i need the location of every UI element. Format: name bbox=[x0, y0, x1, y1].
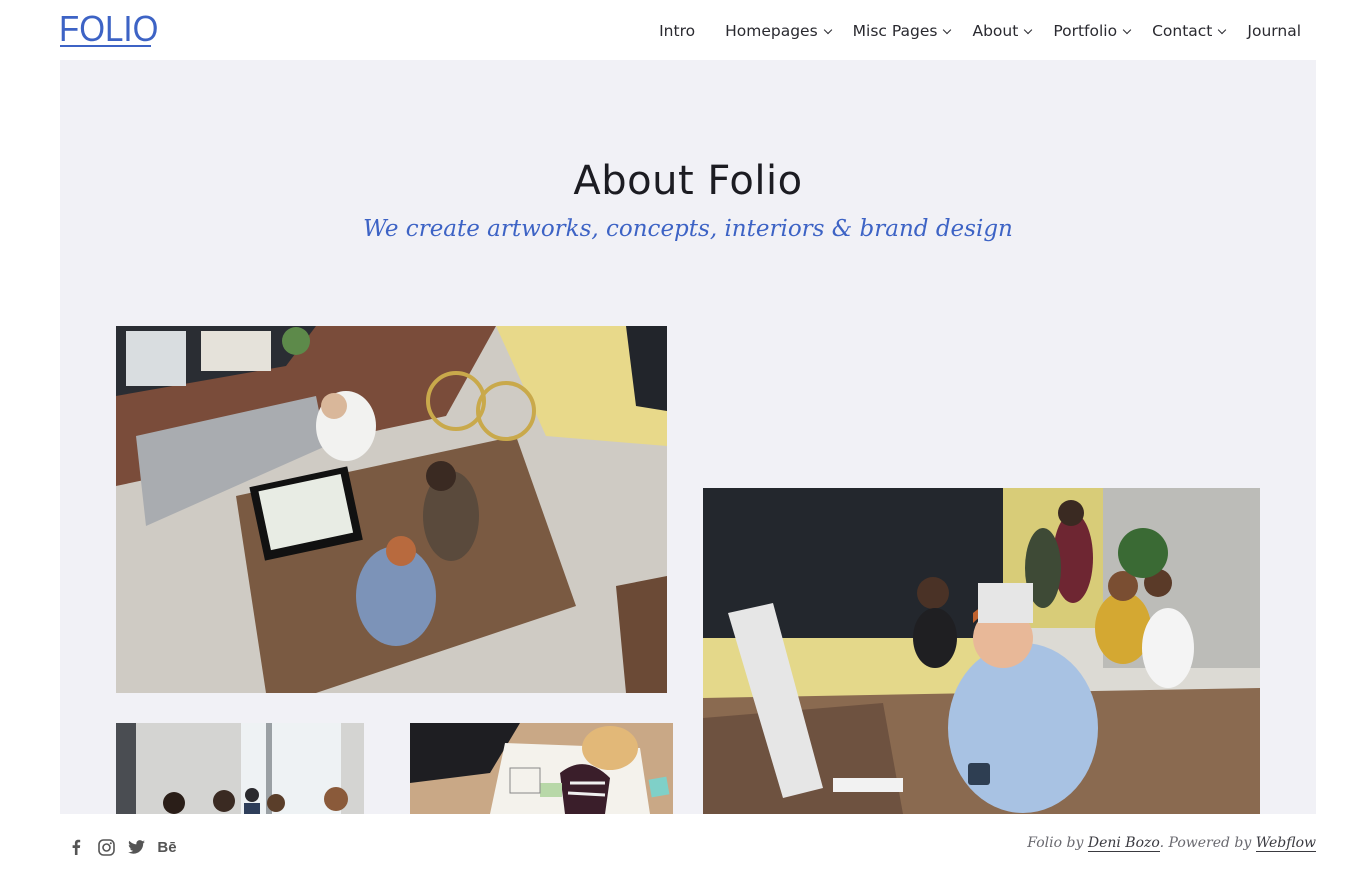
social-links: Bē bbox=[66, 838, 188, 856]
chevron-down-icon bbox=[1122, 25, 1132, 34]
nav-item-label: Contact bbox=[1152, 22, 1213, 40]
team-workspace-photo bbox=[703, 488, 1260, 814]
site-header: FOLIO Intro Homepages Misc Pages About P… bbox=[0, 0, 1372, 60]
nav-item-label: Portfolio bbox=[1053, 22, 1118, 40]
nav-item-homepages[interactable]: Homepages bbox=[725, 22, 832, 40]
facebook-icon[interactable] bbox=[66, 838, 86, 856]
chevron-down-icon bbox=[943, 25, 952, 34]
office-meeting-photo bbox=[116, 326, 667, 693]
nav-item-intro[interactable]: Intro bbox=[659, 22, 695, 40]
author-link[interactable]: Deni Bozo bbox=[1087, 835, 1160, 852]
nav-item-misc-pages[interactable]: Misc Pages bbox=[852, 22, 952, 40]
webflow-link[interactable]: Webflow bbox=[1255, 835, 1316, 852]
behance-icon[interactable]: Bē bbox=[156, 838, 178, 856]
nav-item-journal[interactable]: Journal bbox=[1247, 22, 1301, 40]
chevron-down-icon bbox=[823, 25, 832, 34]
chevron-down-icon bbox=[1024, 25, 1033, 34]
footer-credits: Folio by Deni Bozo. Powered by Webflow bbox=[1027, 835, 1316, 852]
chevron-down-icon bbox=[1218, 25, 1227, 34]
nav-item-label: Misc Pages bbox=[852, 22, 938, 40]
nav-item-label: Journal bbox=[1247, 22, 1301, 40]
nav-item-about[interactable]: About bbox=[972, 22, 1033, 40]
nav-item-portfolio[interactable]: Portfolio bbox=[1053, 22, 1132, 40]
nav-item-contact[interactable]: Contact bbox=[1152, 22, 1227, 40]
credits-middle: . Powered by bbox=[1159, 835, 1256, 851]
nav-item-label: Homepages bbox=[725, 22, 818, 40]
sketching-photo bbox=[410, 723, 673, 814]
instagram-icon[interactable] bbox=[96, 838, 116, 856]
credits-prefix: Folio by bbox=[1027, 835, 1088, 851]
folio-logo[interactable]: FOLIO bbox=[59, 11, 158, 47]
logo-underline bbox=[60, 45, 151, 47]
main-nav: Intro Homepages Misc Pages About Portfol… bbox=[659, 20, 1301, 42]
nav-item-label: About bbox=[972, 22, 1019, 40]
group-discussion-photo bbox=[116, 723, 364, 814]
about-section: About Folio We create artworks, concepts… bbox=[60, 60, 1316, 814]
nav-item-label: Intro bbox=[659, 22, 696, 40]
site-footer: Bē Folio by Deni Bozo. Powered by Webflo… bbox=[0, 814, 1372, 872]
page-subtitle: We create artworks, concepts, interiors … bbox=[363, 216, 1013, 242]
twitter-icon[interactable] bbox=[126, 838, 146, 856]
page-title: About Folio bbox=[573, 158, 803, 204]
